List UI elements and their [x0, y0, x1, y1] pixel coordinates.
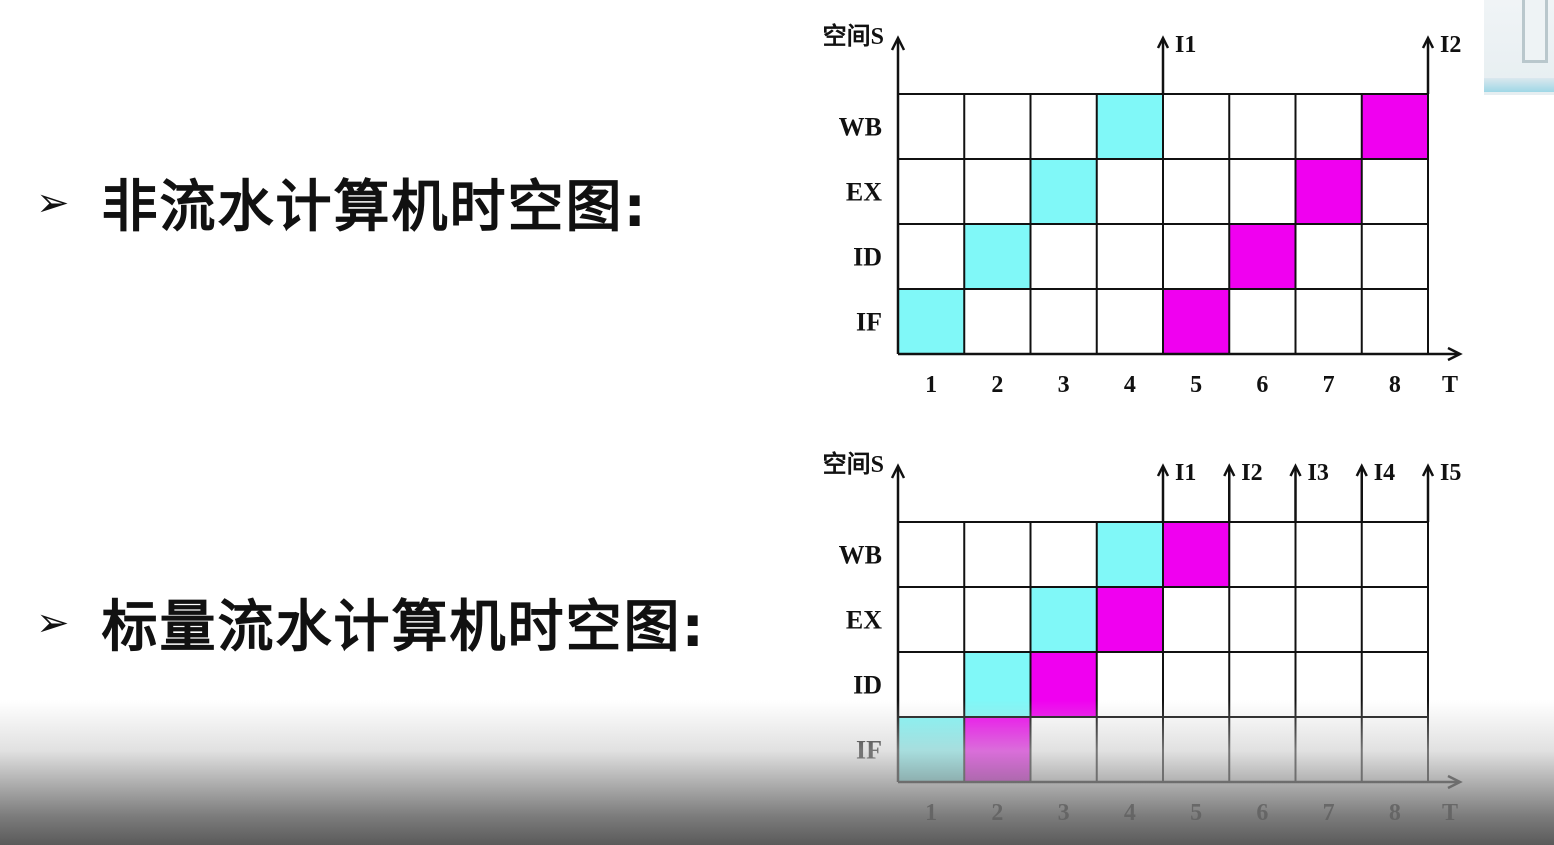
bullet-arrow-icon: ➢	[36, 599, 70, 646]
cell-ex-t4	[1096, 587, 1163, 652]
stage-label-ex: EX	[846, 606, 882, 635]
y-axis-label: 空间S	[823, 22, 884, 50]
cell-if-t1	[898, 717, 965, 782]
instruction-label-i2: I2	[1241, 460, 1262, 486]
time-label-2: 2	[991, 800, 1003, 826]
x-axis-label: T	[1442, 372, 1458, 398]
stage-label-id: ID	[853, 243, 882, 272]
time-label-4: 4	[1124, 800, 1136, 826]
corner-decoration	[1484, 0, 1554, 95]
time-label-6: 6	[1256, 800, 1268, 826]
space-time-diagram-scalar-pipelined: 空间S T WB EX ID IF 1 2 3 4 5 6 7 8 I1 I2 I3 I4 I5	[823, 450, 1463, 826]
bullet-arrow-icon: ➢	[36, 179, 70, 226]
stage-label-wb: WB	[839, 113, 882, 142]
cell-if-t2	[964, 717, 1031, 782]
time-label-8: 8	[1389, 800, 1401, 826]
instruction-label-i4: I4	[1374, 460, 1395, 486]
cell-wb-t5	[1163, 522, 1230, 587]
cell-if-t5	[1163, 289, 1230, 354]
time-label-2: 2	[991, 372, 1003, 398]
instruction-label-i2: I2	[1440, 32, 1461, 58]
instruction-label-i1: I1	[1175, 32, 1196, 58]
bullet-label-scalar-pipelined: 标量流水计算机时空图:	[101, 595, 706, 660]
space-time-diagram-non-pipelined: 空间S T WB EX ID IF 1 2 3 4 5 6 7 8 I1 I2	[823, 22, 1463, 398]
corner-bar-shape	[1484, 78, 1554, 92]
cell-ex-t3	[1030, 159, 1097, 224]
time-label-4: 4	[1124, 372, 1136, 398]
time-label-3: 3	[1058, 372, 1070, 398]
instruction-label-i5: I5	[1440, 460, 1461, 486]
stage-label-wb: WB	[839, 541, 882, 570]
time-label-5: 5	[1190, 800, 1202, 826]
cell-id-t3	[1030, 652, 1097, 717]
stage-label-if: IF	[856, 308, 882, 337]
x-axis-label: T	[1442, 800, 1458, 826]
corner-frame-shape	[1522, 0, 1548, 63]
stage-label-if: IF	[856, 736, 882, 765]
time-label-6: 6	[1256, 372, 1268, 398]
instruction-label-i1: I1	[1175, 460, 1196, 486]
cell-id-t2	[964, 652, 1031, 717]
time-label-1: 1	[925, 800, 937, 826]
time-label-8: 8	[1389, 372, 1401, 398]
time-label-3: 3	[1058, 800, 1070, 826]
time-label-7: 7	[1323, 372, 1335, 398]
bullet-non-pipelined: ➢ 非流水计算机时空图:	[36, 162, 648, 243]
cell-wb-t8	[1361, 94, 1428, 159]
cell-ex-t3	[1030, 587, 1097, 652]
time-label-7: 7	[1323, 800, 1335, 826]
stage-label-ex: EX	[846, 178, 882, 207]
cell-id-t6	[1229, 224, 1296, 289]
time-label-5: 5	[1190, 372, 1202, 398]
cell-wb-t4	[1096, 94, 1163, 159]
bullet-label-non-pipelined: 非流水计算机时空图:	[101, 175, 648, 240]
bullet-scalar-pipelined: ➢ 标量流水计算机时空图:	[36, 582, 706, 663]
cell-if-t1	[898, 289, 965, 354]
cell-wb-t4	[1096, 522, 1163, 587]
y-axis-label: 空间S	[823, 450, 884, 478]
cell-id-t2	[964, 224, 1031, 289]
cell-ex-t7	[1295, 159, 1362, 224]
stage-label-id: ID	[853, 671, 882, 700]
time-label-1: 1	[925, 372, 937, 398]
instruction-label-i3: I3	[1308, 460, 1329, 486]
